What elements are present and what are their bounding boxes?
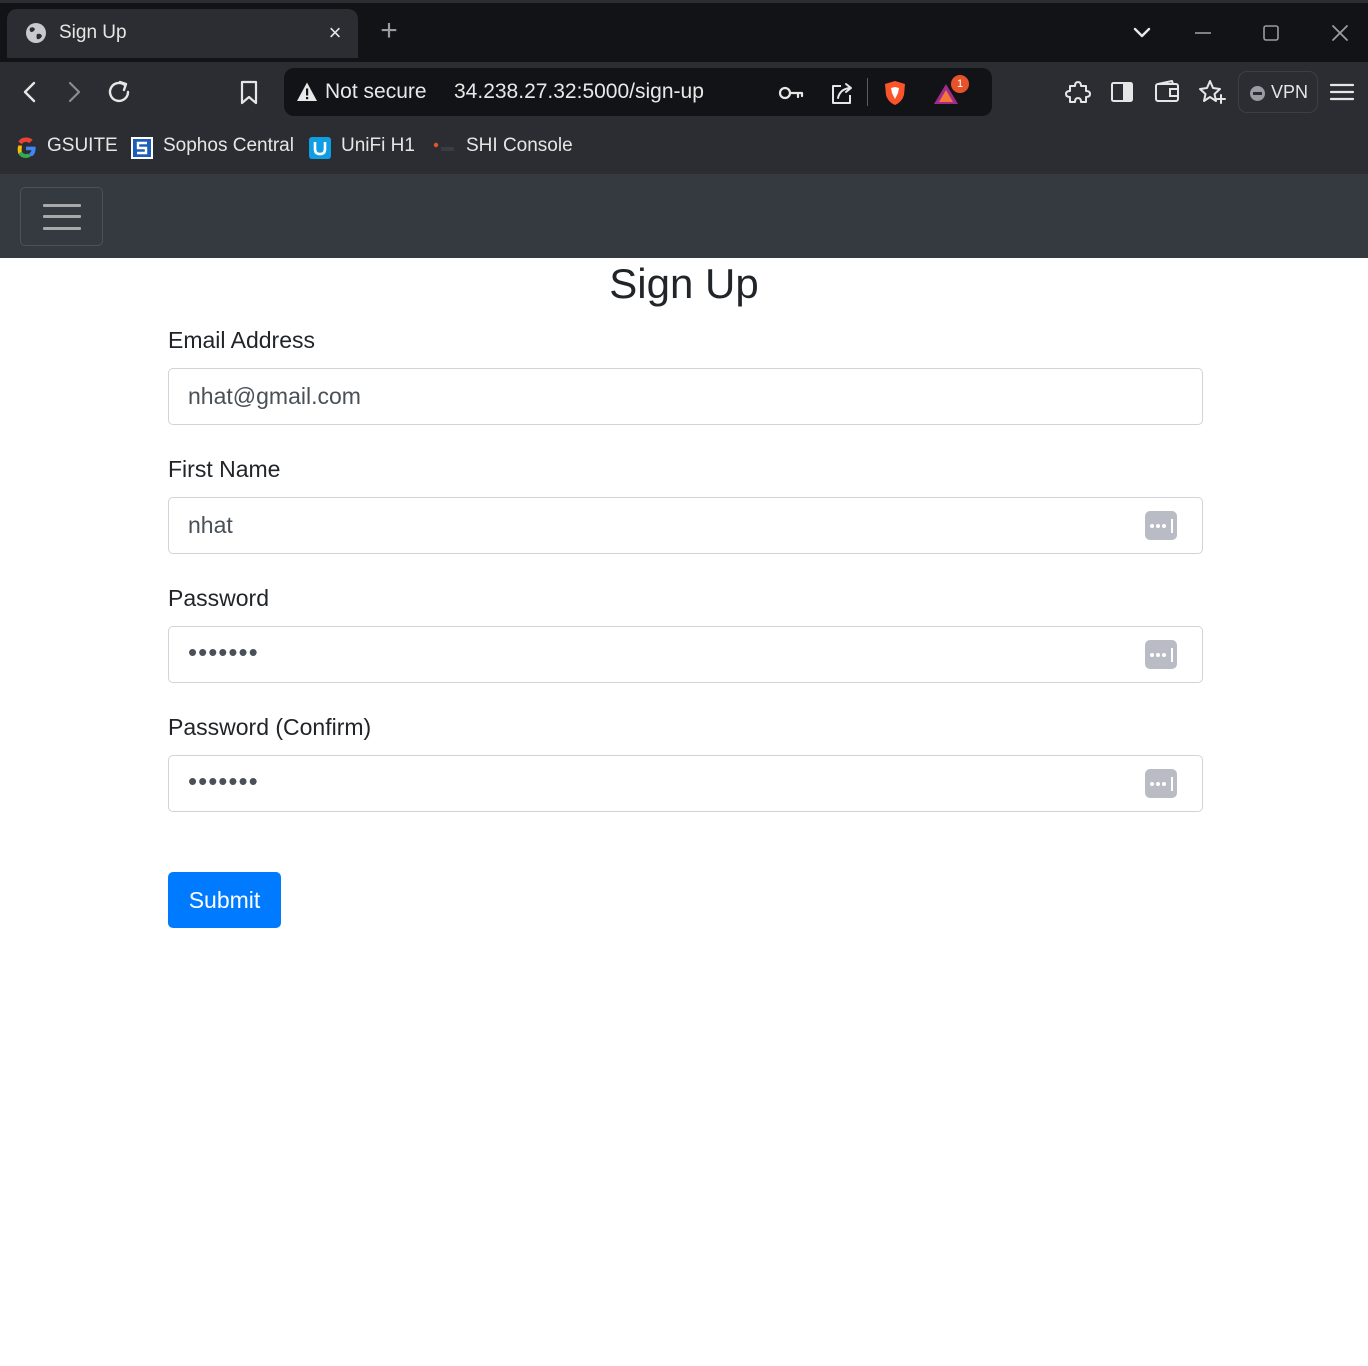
autofill-dots-icon[interactable] <box>1145 511 1177 540</box>
sophos-icon <box>131 137 153 159</box>
navbar-toggler-button[interactable] <box>20 187 103 246</box>
tab-search-chevron-icon[interactable] <box>1127 18 1157 48</box>
first-name-input[interactable]: nhat <box>168 497 1203 554</box>
vpn-label: VPN <box>1271 82 1309 102</box>
password-key-icon[interactable] <box>777 79 805 107</box>
forward-arrow-icon[interactable] <box>58 76 90 108</box>
reload-icon[interactable] <box>103 76 135 108</box>
bookmark-shi-console[interactable]: SHI Console <box>432 133 573 163</box>
brave-shields-icon[interactable] <box>881 79 909 107</box>
share-icon[interactable] <box>828 79 856 107</box>
email-value: nhat@gmail.com <box>188 383 361 409</box>
bookmark-icon[interactable] <box>233 76 265 108</box>
password-value: ••••••• <box>188 637 259 667</box>
not-secure-label[interactable]: Not secure <box>325 80 427 104</box>
new-tab-button[interactable]: + <box>376 16 402 46</box>
password-confirm-label: Password (Confirm) <box>168 714 372 740</box>
vpn-status-icon <box>1250 86 1265 101</box>
bookmark-sophos-central[interactable]: Sophos Central <box>130 133 294 163</box>
autofill-dots-icon[interactable] <box>1145 640 1177 669</box>
maximize-window-icon[interactable] <box>1256 18 1286 48</box>
email-label: Email Address <box>168 327 316 353</box>
bookmark-label: Sophos Central <box>163 135 294 156</box>
browser-toolbar: Not secure 34.238.27.32:5000/sign-up 1 V… <box>0 62 1368 122</box>
autofill-dots-icon[interactable] <box>1145 769 1177 798</box>
minimize-window-icon[interactable] <box>1188 18 1218 48</box>
warning-icon[interactable] <box>296 81 318 103</box>
shi-icon <box>433 142 454 151</box>
first-name-label: First Name <box>168 456 281 482</box>
sidebar-toggle-icon[interactable] <box>1106 76 1138 108</box>
leo-ai-star-icon[interactable] <box>1196 76 1228 108</box>
bookmark-label: SHI Console <box>466 135 573 156</box>
password-confirm-input[interactable]: ••••••• <box>168 755 1203 812</box>
globe-icon <box>26 23 46 43</box>
hamburger-line <box>43 227 81 230</box>
close-window-icon[interactable] <box>1325 18 1355 48</box>
extensions-puzzle-icon[interactable] <box>1062 76 1094 108</box>
password-label: Password <box>168 585 269 611</box>
first-name-value: nhat <box>188 512 233 538</box>
omnibox-divider <box>867 78 868 106</box>
bookmark-label: UniFi H1 <box>341 135 415 156</box>
bookmark-gsuite[interactable]: GSUITE <box>14 133 118 163</box>
browser-tab-sign-up[interactable]: Sign Up × <box>7 9 358 58</box>
google-icon <box>17 137 36 158</box>
bookmark-label: GSUITE <box>47 135 118 156</box>
page-title: Sign Up <box>609 260 759 307</box>
rewards-badge: 1 <box>951 75 969 93</box>
password-input[interactable]: ••••••• <box>168 626 1203 683</box>
url-text[interactable]: 34.238.27.32:5000/sign-up <box>454 80 704 104</box>
window-top-border <box>0 0 1368 3</box>
unifi-icon <box>309 137 331 159</box>
back-arrow-icon[interactable] <box>14 76 46 108</box>
tab-title: Sign Up <box>59 22 127 43</box>
hamburger-line <box>43 204 81 207</box>
bookmarks-bar: GSUITE Sophos Central UniFi H1 SHI Conso… <box>0 122 1368 174</box>
password-confirm-value: ••••••• <box>188 766 259 796</box>
site-navbar <box>0 174 1368 258</box>
hamburger-line <box>43 215 81 218</box>
browser-menu-icon[interactable] <box>1326 76 1358 108</box>
close-tab-icon[interactable]: × <box>323 21 347 45</box>
wallet-icon[interactable] <box>1151 76 1183 108</box>
email-input[interactable]: nhat@gmail.com <box>168 368 1203 425</box>
submit-button[interactable]: Submit <box>168 872 281 928</box>
vpn-button[interactable]: VPN <box>1238 71 1318 113</box>
bookmark-unifi-h1[interactable]: UniFi H1 <box>308 133 415 163</box>
address-bar[interactable]: Not secure 34.238.27.32:5000/sign-up 1 <box>284 68 992 116</box>
browser-tab-strip: Sign Up × + <box>0 0 1368 62</box>
